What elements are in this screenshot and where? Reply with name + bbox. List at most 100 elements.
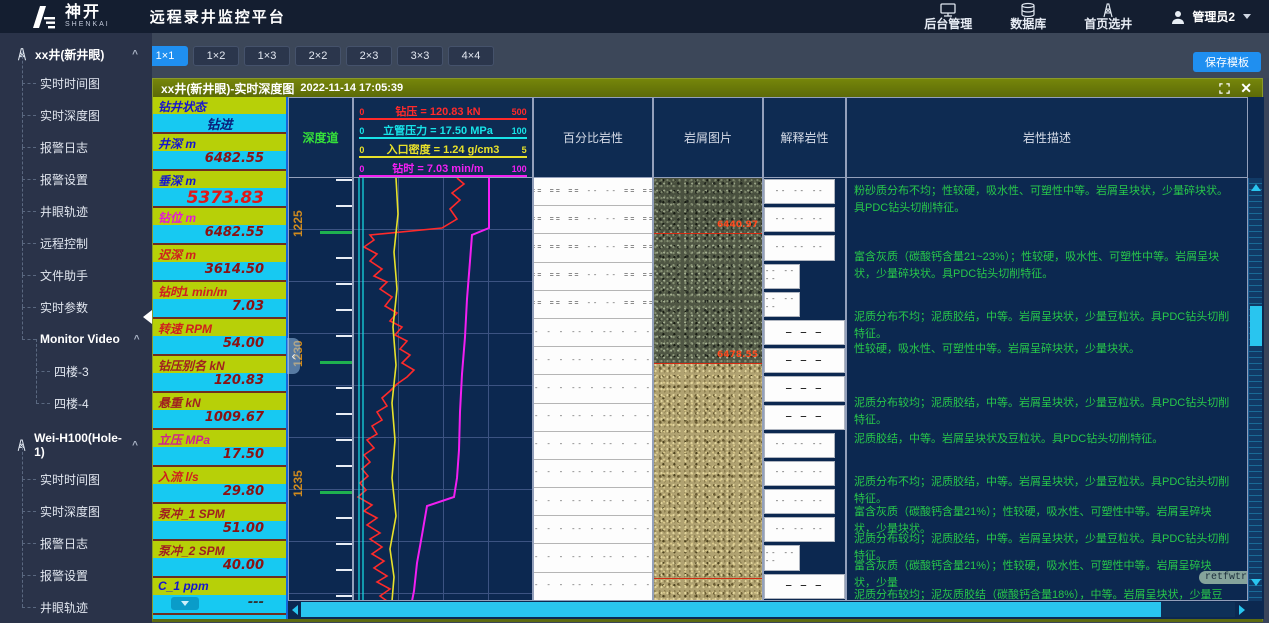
- param-label: 钻位 m: [153, 208, 286, 225]
- horizontal-scroll-thumb[interactable]: [301, 602, 1161, 617]
- sidebar-item-实时深度图[interactable]: 实时深度图: [22, 495, 152, 527]
- sidebar-item-四楼-3[interactable]: 四楼-3: [36, 355, 152, 387]
- layout-button-1×3[interactable]: 1×3: [244, 46, 290, 66]
- sidebar-item-四楼-4[interactable]: 四楼-4: [36, 387, 152, 419]
- chevron-up-icon[interactable]: ^: [132, 440, 138, 451]
- chevron-up-icon[interactable]: ^: [132, 49, 138, 60]
- lithology-row: == == == -- -- == ==: [534, 206, 652, 234]
- sidebar-item-报警设置[interactable]: 报警设置: [22, 559, 152, 591]
- lithology-row: - - - -- - -- - - -: [534, 347, 652, 375]
- layout-button-1×2[interactable]: 1×2: [193, 46, 239, 66]
- interp-block: -- -- --: [764, 489, 835, 514]
- param-row-2: 垂深 m5373.83: [153, 171, 286, 208]
- param-label: 入流 l/s: [153, 467, 286, 484]
- param-label: 转速 RPM: [153, 319, 286, 336]
- sidebar-item-实时深度图[interactable]: 实时深度图: [22, 99, 152, 131]
- curve-equation: 钻压 = 120.83 kN: [364, 106, 511, 118]
- layout-button-3×3[interactable]: 3×3: [397, 46, 443, 66]
- curve-equation: 钻时 = 7.03 min/m: [364, 163, 511, 175]
- scroll-right-button[interactable]: [1235, 602, 1248, 617]
- depth-minor-tick: [336, 309, 352, 311]
- sample-depth-label: 6440.97: [717, 220, 758, 230]
- nav-item-2[interactable]: 首页选井: [1084, 2, 1132, 31]
- close-icon[interactable]: ✕: [1240, 81, 1252, 95]
- sidebar-item-井眼轨迹[interactable]: 井眼轨迹: [22, 195, 152, 227]
- sidebar-item-报警日志[interactable]: 报警日志: [22, 527, 152, 559]
- brand-subname: SHENKAI: [65, 21, 110, 29]
- brand-text: 神开 SHENKAI: [65, 4, 110, 29]
- lithology-row: - - - -- - -- - - -: [534, 404, 652, 432]
- sidebar-item-报警设置[interactable]: 报警设置: [22, 163, 152, 195]
- description-paragraph: 泥质分布不均；泥质胶结，中等。岩屑呈块状，少量豆粒状。具PDC钻头切削特征。: [854, 474, 1233, 508]
- curve-line-3: [412, 178, 489, 601]
- param-label: 钻井状态: [153, 97, 286, 114]
- layout-button-2×2[interactable]: 2×2: [295, 46, 341, 66]
- sidebar-item-实时时间图[interactable]: 实时时间图: [22, 67, 152, 99]
- scroll-down-icon[interactable]: [1251, 579, 1261, 586]
- sidebar-collapse-arrow-icon[interactable]: [143, 310, 152, 324]
- param-value: 6482.55: [153, 225, 286, 243]
- param-row-10: 入流 l/s29.80: [153, 467, 286, 504]
- layout-toolbar: 1×11×21×32×22×33×34×4 保存模板: [136, 33, 1269, 78]
- chevron-up-icon[interactable]: ^: [134, 334, 140, 345]
- maximize-icon[interactable]: [1219, 83, 1230, 94]
- interpreted-lithology-track: -- -- ---- -- ---- -- ---- -- ---- -- --…: [763, 178, 846, 601]
- scroll-left-button[interactable]: [288, 602, 301, 617]
- sidebar-item-实时参数[interactable]: 实时参数: [22, 291, 152, 323]
- description-paragraph: 泥质分布较均；泥质胶结，中等。岩屑呈块状，少量豆粒状。具PDC钻头切削特征。: [854, 395, 1233, 429]
- vertical-scrollbar[interactable]: [1248, 178, 1262, 601]
- sidebar-item-远程控制[interactable]: 远程控制: [22, 227, 152, 259]
- save-template-button[interactable]: 保存模板: [1193, 52, 1261, 72]
- param-dropdown-button[interactable]: [171, 597, 199, 610]
- param-value: 6482.55: [153, 151, 286, 169]
- param-label: 井深 m: [153, 134, 286, 151]
- param-label: 泵冲_1 SPM: [153, 504, 286, 521]
- panel-collapse-handle[interactable]: ‹: [287, 338, 300, 374]
- interp-row: — — —: [764, 375, 845, 403]
- nav-item-0[interactable]: 后台管理: [924, 2, 972, 31]
- lithology-row: - - - -- - -- - - -: [534, 516, 652, 544]
- depth-minor-tick: [336, 543, 352, 545]
- sidebar-item-文件助手[interactable]: 文件助手: [22, 259, 152, 291]
- curve-legend-0: 0钻压 = 120.83 kN500: [359, 101, 526, 120]
- sidebar-item-实时时间图[interactable]: 实时时间图: [22, 463, 152, 495]
- sidebar-item-报警日志[interactable]: 报警日志: [22, 131, 152, 163]
- sidebar-item-Monitor Video[interactable]: Monitor Video^: [22, 323, 152, 355]
- interp-block: -- -- --: [764, 264, 800, 289]
- param-value: 54.00: [153, 336, 286, 354]
- sidebar-item-井眼轨迹[interactable]: 井眼轨迹: [22, 591, 152, 623]
- param-value: 3614.50: [153, 262, 286, 280]
- param-row-8: 悬重 kN1009.67: [153, 393, 286, 430]
- layout-button-2×3[interactable]: 2×3: [346, 46, 392, 66]
- param-label: 垂深 m: [153, 171, 286, 188]
- vertical-scroll-thumb[interactable]: [1250, 306, 1262, 346]
- interp-row: -- -- --: [764, 234, 845, 262]
- interp-block: — — —: [764, 376, 845, 401]
- nav-item-1[interactable]: 数据库: [1010, 2, 1046, 31]
- window-controls: ✕: [1219, 81, 1262, 95]
- interp-block: — — —: [764, 320, 845, 345]
- layout-button-4×4[interactable]: 4×4: [448, 46, 494, 66]
- depth-label: 1225: [291, 223, 305, 237]
- interp-row: — — —: [764, 573, 845, 601]
- param-value: 29.80: [153, 484, 286, 502]
- param-row-12: 泵冲_2 SPM40.00: [153, 541, 286, 578]
- well-tree-1: 实时时间图实时深度图报警日志报警设置井眼轨迹: [0, 463, 152, 623]
- param-row-11: 泵冲_1 SPM51.00: [153, 504, 286, 541]
- window-title: xx井(新井眼)-实时深度图: [161, 80, 294, 97]
- horizontal-scrollbar[interactable]: [288, 602, 1248, 617]
- well-tree-0: 实时时间图实时深度图报警日志报警设置井眼轨迹远程控制文件助手实时参数Monito…: [0, 67, 152, 419]
- top-navbar: 神开 SHENKAI 远程录井监控平台 后台管理数据库首页选井管理员2: [0, 0, 1269, 33]
- depth-track: 122512301235: [288, 178, 353, 601]
- curve-equation: 立管压力 = 17.50 MPa: [364, 125, 511, 137]
- column-header-depth: 深度道: [288, 97, 353, 178]
- user-menu[interactable]: 管理员2: [1170, 8, 1251, 25]
- param-label: 钻时1 min/m: [153, 282, 286, 299]
- depth-minor-tick: [336, 517, 352, 519]
- well-tree-sidebar: xx井(新井眼)^实时时间图实时深度图报警日志报警设置井眼轨迹远程控制文件助手实…: [0, 33, 152, 623]
- scroll-up-icon[interactable]: [1251, 184, 1261, 191]
- depth-minor-tick: [336, 205, 352, 207]
- description-paragraph: 泥质胶结，中等。岩屑呈块状及豆粒状。具PDC钻头切削特征。: [854, 431, 1233, 448]
- curves-plot: [354, 178, 533, 601]
- user-avatar-icon: [1170, 9, 1186, 25]
